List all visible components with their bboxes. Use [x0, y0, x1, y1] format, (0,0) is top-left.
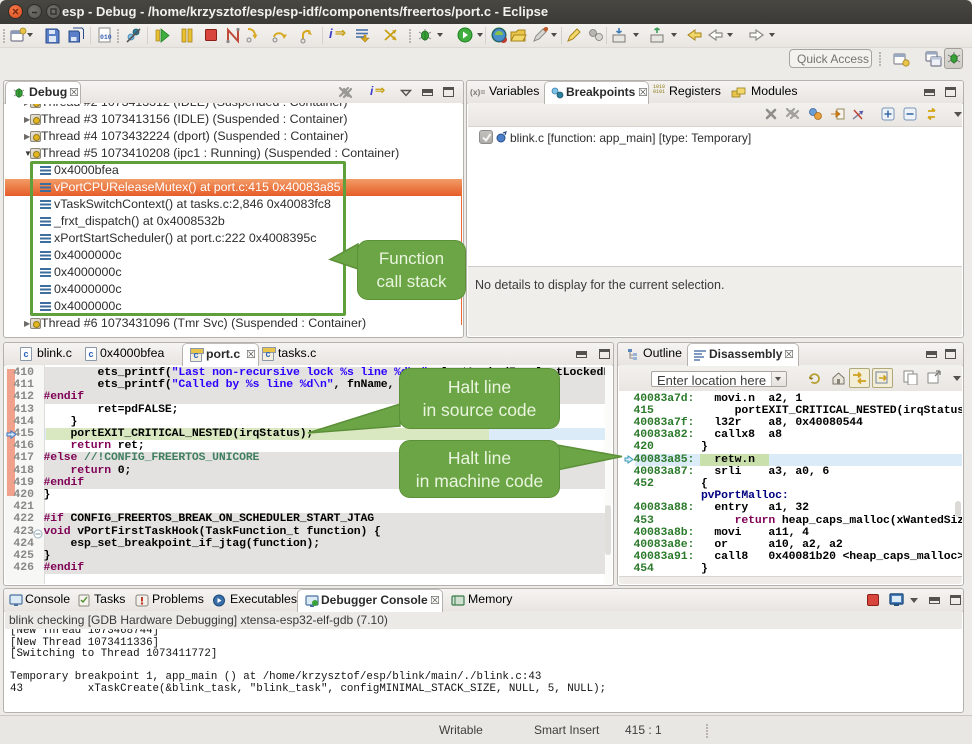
svg-text:010: 010	[100, 34, 112, 41]
